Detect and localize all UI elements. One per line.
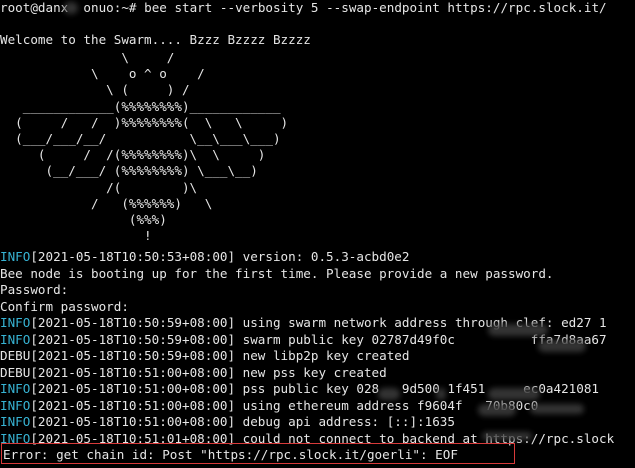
- log-level: DEBU: [0, 348, 31, 363]
- log-message: Bee node is booting up for the first tim…: [0, 265, 554, 281]
- log-level: INFO: [0, 249, 31, 264]
- command-text: bee start --verbosity 5 --swap-endpoint …: [144, 0, 607, 15]
- redaction-blur-3: [378, 388, 400, 400]
- redaction-blur-host: [64, 2, 78, 14]
- terminal-window[interactable]: root@danx onuo:~# bee start --verbosity …: [0, 0, 635, 468]
- log-message: new libp2p key created: [235, 348, 410, 363]
- prompt-user: root@danx: [0, 0, 69, 15]
- log-line: Confirm password:: [0, 299, 129, 315]
- command-line: root@danx onuo:~# bee start --verbosity …: [0, 0, 607, 16]
- log-line: Bee node is booting up for the first tim…: [0, 266, 554, 282]
- log-line: INFO[2021-05-18T10:51:00+08:00] debug ap…: [0, 414, 455, 430]
- log-timestamp: [2021-05-18T10:51:00+08:00]: [30, 414, 236, 429]
- log-level: INFO: [0, 331, 31, 347]
- log-timestamp: [2021-05-18T10:50:59+08:00]: [30, 331, 236, 347]
- redaction-blur-8: [482, 432, 532, 440]
- log-line: INFO[2021-05-18T10:50:53+08:00] version:…: [0, 249, 409, 265]
- log-line: INFO[2021-05-18T10:51:00+08:00] using et…: [0, 398, 538, 414]
- log-message: debug api address: [::]:1635: [235, 414, 455, 429]
- log-message: new pss key created: [235, 364, 387, 380]
- prompt-path: :~#: [113, 0, 137, 15]
- log-timestamp: [2021-05-18T10:50:59+08:00]: [30, 315, 236, 330]
- log-message: Confirm password:: [0, 298, 129, 314]
- log-message: version: 0.5.3-acbd0e2: [235, 249, 410, 264]
- log-timestamp: [2021-05-18T10:50:53+08:00]: [30, 249, 236, 264]
- log-level: INFO: [0, 381, 31, 396]
- error-highlight-box: [1, 443, 515, 464]
- log-timestamp: [2021-05-18T10:51:00+08:00]: [30, 364, 236, 380]
- redaction-blur-4: [436, 388, 446, 400]
- prompt-host: onuo: [83, 0, 114, 15]
- log-line: Password:: [0, 282, 68, 298]
- redaction-blur-7: [530, 404, 584, 414]
- log-timestamp: [2021-05-18T10:50:59+08:00]: [30, 348, 236, 363]
- welcome-text: Welcome to the Swarm.... Bzzz Bzzzz Bzzz…: [0, 32, 311, 47]
- log-level: INFO: [0, 397, 31, 413]
- log-line: DEBU[2021-05-18T10:50:59+08:00] new libp…: [0, 348, 409, 364]
- redaction-blur-6: [478, 404, 516, 416]
- log-message: using swarm network address through clef…: [235, 315, 607, 330]
- log-message: pss public key 028 9d500 1f451 ec0a42108…: [235, 381, 600, 396]
- redaction-blur-5: [488, 388, 540, 400]
- log-message: Password:: [0, 282, 69, 297]
- log-line: DEBU[2021-05-18T10:51:00+08:00] new pss …: [0, 365, 387, 381]
- log-level: INFO: [0, 414, 31, 429]
- log-timestamp: [2021-05-18T10:51:00+08:00]: [30, 381, 236, 396]
- redaction-blur-2: [538, 340, 586, 352]
- log-level: INFO: [0, 315, 31, 330]
- log-level: DEBU: [0, 364, 31, 380]
- bee-ascii-art: \ / \ o ^ o / \ ( ) / ____________(%%%%%…: [15, 50, 289, 244]
- log-timestamp: [2021-05-18T10:51:00+08:00]: [30, 397, 236, 413]
- redaction-blur-1: [488, 324, 548, 336]
